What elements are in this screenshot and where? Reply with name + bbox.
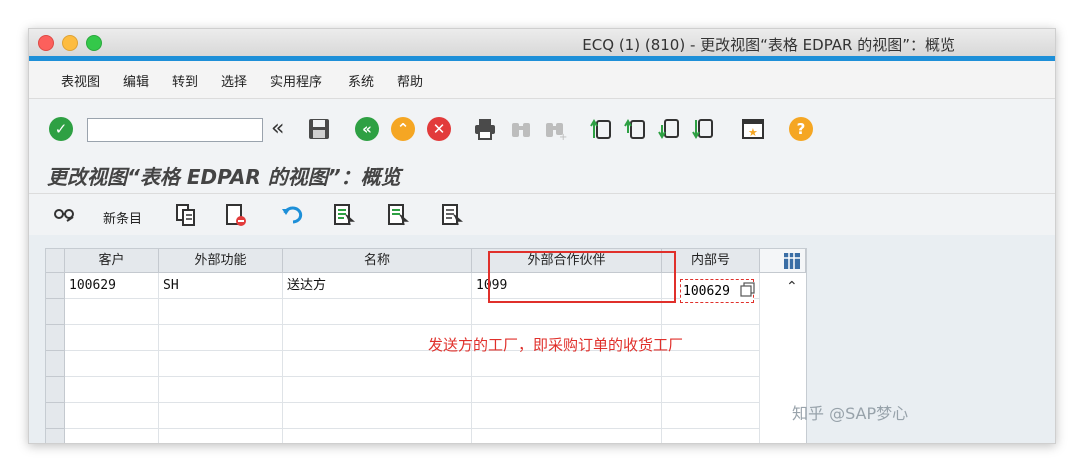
- deselect-all-icon[interactable]: [441, 203, 464, 227]
- find-icon[interactable]: [509, 117, 533, 141]
- table-cell[interactable]: [65, 325, 159, 351]
- standard-toolbar: ✓ « « ⌃ ✕ + ★ ?: [29, 113, 1055, 149]
- title-bar: ECQ (1) (810) - 更改视图“表格 EDPAR 的视图”：概览: [29, 29, 1055, 57]
- first-page-icon[interactable]: [589, 117, 613, 141]
- table-cell[interactable]: [159, 299, 283, 325]
- maximize-window-button[interactable]: [86, 35, 102, 51]
- menu-bar: 表视图 编辑 转到 选择 实用程序 系统 帮助: [29, 61, 1055, 99]
- minimize-window-button[interactable]: [62, 35, 78, 51]
- window-title: ECQ (1) (810) - 更改视图“表格 EDPAR 的视图”：概览: [582, 36, 955, 54]
- table-cell[interactable]: [283, 377, 472, 403]
- save-icon[interactable]: [307, 117, 331, 141]
- sap-window: ECQ (1) (810) - 更改视图“表格 EDPAR 的视图”：概览 表视…: [28, 28, 1056, 444]
- menu-goto[interactable]: 转到: [172, 71, 198, 90]
- row-selector[interactable]: [46, 273, 65, 299]
- menu-select[interactable]: 选择: [221, 71, 247, 90]
- table-cell[interactable]: [65, 429, 159, 443]
- table-cell[interactable]: [662, 377, 760, 403]
- menu-utilities[interactable]: 实用程序: [270, 71, 322, 90]
- row-selector[interactable]: [46, 377, 65, 403]
- highlight-box: [488, 251, 676, 303]
- row-selector[interactable]: [46, 351, 65, 377]
- table-cell[interactable]: 100629: [65, 273, 159, 299]
- svg-text:+: +: [559, 132, 567, 141]
- entries-table: 客户 外部功能 名称 外部合作伙伴 内部号 ⌃ 100629 SH 送达方 1099 …: [45, 248, 807, 443]
- column-header-name[interactable]: 名称: [283, 249, 472, 273]
- row-selector[interactable]: [46, 325, 65, 351]
- application-toolbar: 新条目: [29, 195, 1055, 235]
- table-cell[interactable]: [472, 377, 662, 403]
- table-cell[interactable]: [159, 325, 283, 351]
- table-cell[interactable]: [65, 351, 159, 377]
- previous-page-icon[interactable]: [623, 117, 647, 141]
- copy-as-icon[interactable]: [175, 203, 197, 227]
- help-icon[interactable]: ?: [789, 117, 813, 141]
- table-cell[interactable]: [662, 429, 760, 443]
- table-cell[interactable]: [472, 429, 662, 443]
- table-cell[interactable]: [159, 351, 283, 377]
- new-entries-button[interactable]: 新条目: [103, 208, 142, 227]
- find-next-icon[interactable]: +: [543, 117, 567, 143]
- table-cell[interactable]: [65, 377, 159, 403]
- table-cell[interactable]: [662, 403, 760, 429]
- undo-change-icon[interactable]: [281, 203, 303, 227]
- table-cell[interactable]: [283, 299, 472, 325]
- table-cell[interactable]: [159, 377, 283, 403]
- row-selector[interactable]: [46, 429, 65, 443]
- exit-icon[interactable]: ⌃: [391, 117, 415, 141]
- row-selector[interactable]: [46, 403, 65, 429]
- menu-table-view[interactable]: 表视图: [61, 71, 100, 90]
- menu-help[interactable]: 帮助: [397, 71, 423, 90]
- table-cell[interactable]: 送达方: [283, 273, 472, 299]
- last-page-icon[interactable]: [691, 117, 715, 141]
- display-change-glasses-icon[interactable]: [53, 203, 75, 227]
- ok-check-icon[interactable]: ✓: [49, 117, 73, 141]
- annotation-text: 发送方的工厂，即采购订单的收货工厂: [428, 336, 684, 354]
- table-cell[interactable]: [159, 403, 283, 429]
- row-select-header[interactable]: [46, 249, 65, 273]
- scroll-up-icon[interactable]: ⌃: [786, 279, 798, 295]
- divider: [29, 193, 1055, 194]
- table-cell[interactable]: [283, 403, 472, 429]
- table-cell[interactable]: [159, 429, 283, 443]
- layout-star-icon[interactable]: ★: [741, 117, 765, 141]
- menu-system[interactable]: 系统: [348, 71, 374, 90]
- cancel-icon[interactable]: ✕: [427, 117, 451, 141]
- select-block-icon[interactable]: [387, 203, 410, 227]
- select-all-icon[interactable]: [333, 203, 356, 227]
- column-header-customer[interactable]: 客户: [65, 249, 159, 273]
- delete-icon[interactable]: [225, 203, 247, 227]
- column-header-external-function[interactable]: 外部功能: [159, 249, 283, 273]
- next-page-icon[interactable]: [657, 117, 681, 141]
- close-window-button[interactable]: [38, 35, 54, 51]
- column-header-internal-number[interactable]: 内部号: [662, 249, 760, 273]
- table-cell[interactable]: [65, 403, 159, 429]
- svg-text:★: ★: [748, 126, 758, 139]
- back-icon[interactable]: «: [355, 117, 379, 141]
- row-selector[interactable]: [46, 299, 65, 325]
- table-cell[interactable]: [472, 403, 662, 429]
- page-title: 更改视图“表格 EDPAR 的视图”：概览: [47, 165, 401, 189]
- collapse-command-icon[interactable]: «: [271, 117, 295, 141]
- table-cell[interactable]: [283, 429, 472, 443]
- table-cell[interactable]: SH: [159, 273, 283, 299]
- table-settings-icon[interactable]: [784, 253, 800, 269]
- command-field[interactable]: [87, 118, 263, 142]
- print-icon[interactable]: [473, 117, 497, 141]
- value-help-icon[interactable]: [740, 282, 756, 298]
- watermark: 知乎 @SAP梦心: [792, 404, 909, 423]
- table-cell[interactable]: [65, 299, 159, 325]
- menu-edit[interactable]: 编辑: [123, 71, 149, 90]
